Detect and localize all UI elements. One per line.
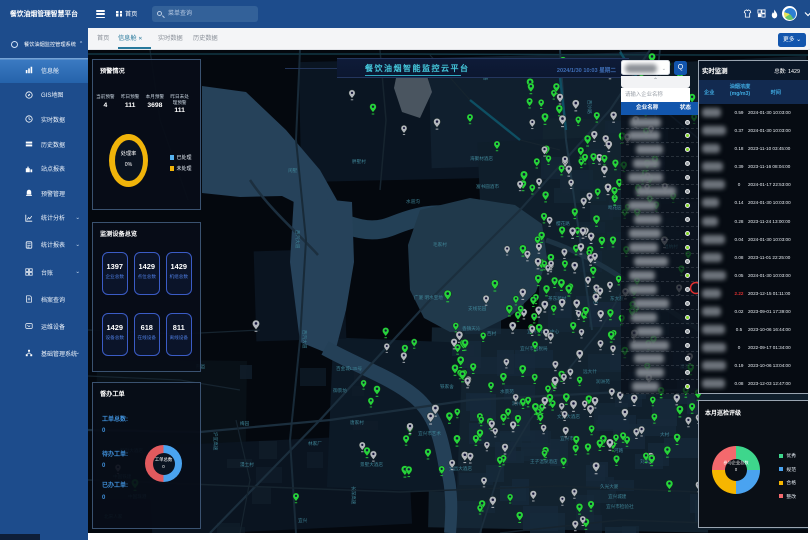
svg-text:长深高速: 长深高速 bbox=[350, 486, 357, 505]
svg-text:百金城L35号: 百金城L35号 bbox=[336, 365, 362, 372]
svg-text:林家厂: 林家厂 bbox=[308, 440, 322, 447]
svg-text:富书圆酒市: 富书圆酒市 bbox=[476, 183, 499, 190]
svg-text:西沙路: 西沙路 bbox=[586, 100, 593, 114]
svg-text:宜兴城建: 宜兴城建 bbox=[608, 493, 627, 500]
svg-text:沪宜高速: 沪宜高速 bbox=[212, 432, 219, 451]
svg-text:润洲苑: 润洲苑 bbox=[596, 378, 610, 385]
svg-text:水道沟: 水道沟 bbox=[406, 198, 420, 205]
svg-text:宜兴市检验社: 宜兴市检验社 bbox=[606, 503, 634, 510]
svg-text:樱花路: 樱花路 bbox=[556, 220, 570, 227]
svg-text:唐家村: 唐家村 bbox=[350, 419, 364, 426]
svg-text:文具大酒店: 文具大酒店 bbox=[557, 413, 580, 420]
svg-text:胖墅村: 胖墅村 bbox=[352, 158, 366, 165]
svg-text:水景苑: 水景苑 bbox=[500, 388, 514, 395]
svg-text:大村: 大村 bbox=[660, 431, 670, 438]
svg-text:久光大厦: 久光大厦 bbox=[600, 483, 619, 490]
svg-text:海聚材酒店: 海聚材酒店 bbox=[470, 155, 493, 162]
svg-text:广厦 明水宝地: 广厦 明水宝地 bbox=[414, 294, 443, 301]
svg-text:梅园: 梅园 bbox=[240, 420, 250, 427]
svg-text:远大什: 远大什 bbox=[583, 368, 597, 375]
svg-text:宜兴市: 宜兴市 bbox=[560, 435, 574, 442]
svg-text:漫土村: 漫土村 bbox=[240, 461, 254, 468]
svg-text:支线花园: 支线花园 bbox=[468, 305, 487, 312]
svg-text:西村: 西村 bbox=[487, 330, 497, 337]
svg-text:西汽大道: 西汽大道 bbox=[301, 330, 308, 349]
svg-text:香镇天沁: 香镇天沁 bbox=[462, 325, 481, 332]
svg-text:西汽大道: 西汽大道 bbox=[294, 230, 301, 249]
svg-text:河路: 河路 bbox=[614, 447, 624, 454]
svg-text:宜兴市艺术: 宜兴市艺术 bbox=[418, 430, 441, 437]
svg-text:景墅大酒店: 景墅大酒店 bbox=[360, 461, 383, 468]
svg-text:宜兴: 宜兴 bbox=[298, 517, 308, 524]
svg-text:闲墅: 闲墅 bbox=[288, 167, 298, 174]
svg-text:铁家舍: 铁家舍 bbox=[440, 383, 454, 390]
svg-text:御景坊: 御景坊 bbox=[333, 387, 347, 394]
svg-text:毛家村: 毛家村 bbox=[433, 241, 447, 247]
